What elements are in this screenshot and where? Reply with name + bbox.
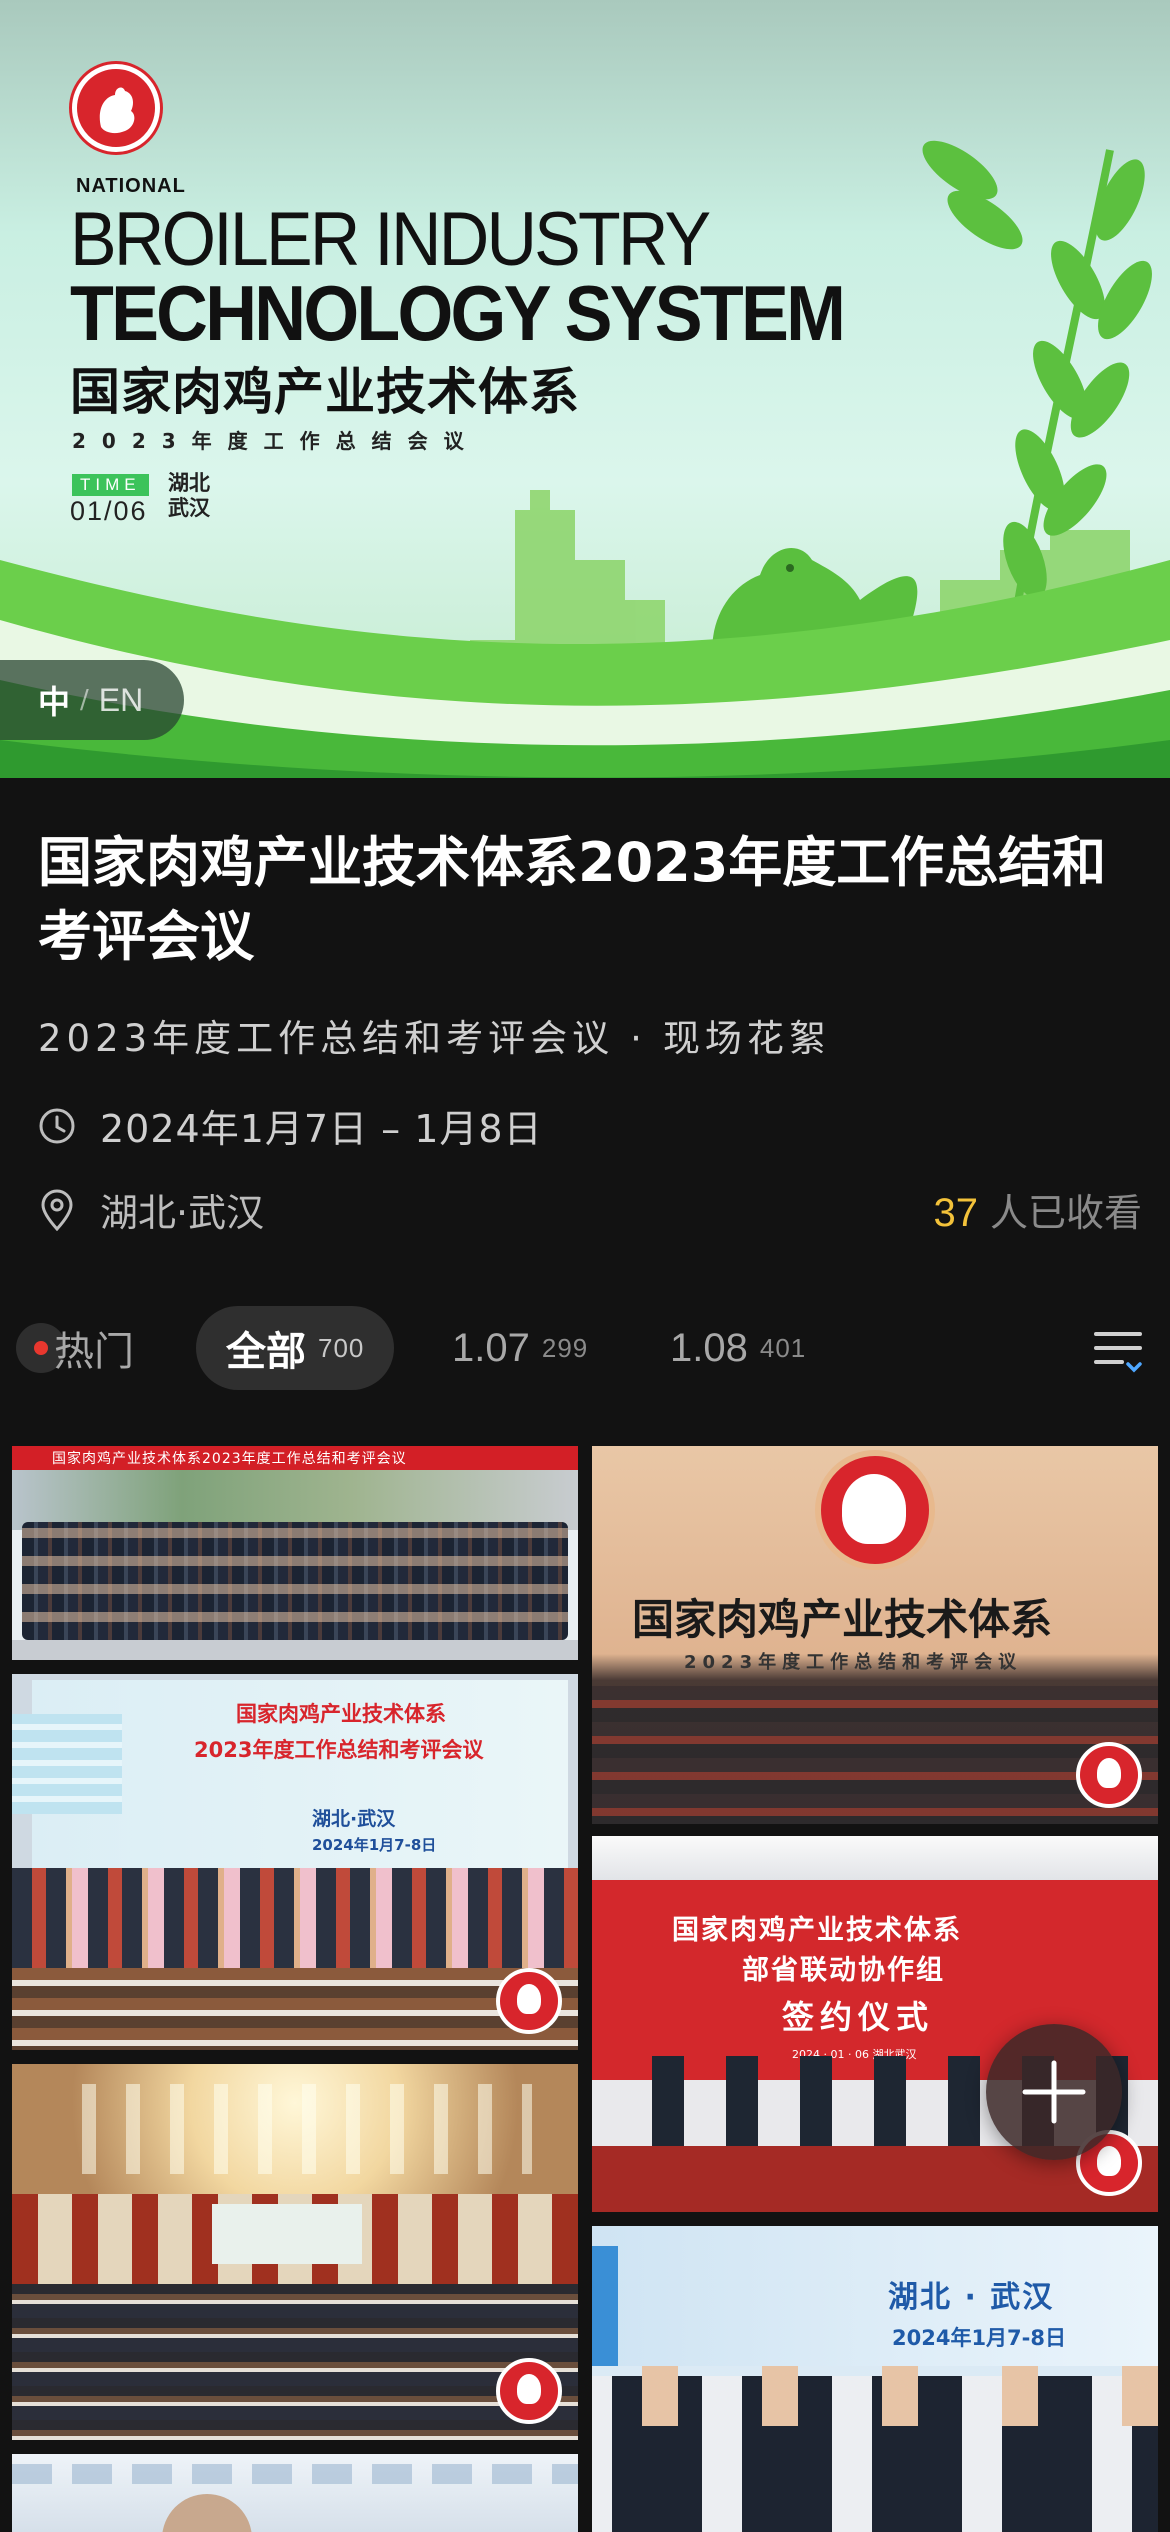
photo-sub: 2023年度工作总结和考评会议	[684, 1652, 1023, 1673]
rooster-logo-icon	[72, 64, 160, 152]
tab-all[interactable]: 全部 700	[196, 1306, 395, 1390]
tab-day-0107-label: 1.07	[452, 1325, 530, 1370]
rooster-logo-icon	[496, 1968, 562, 2034]
banner-city: 湖北 武汉	[168, 471, 210, 520]
photo-item[interactable]	[12, 2064, 578, 2440]
lang-en[interactable]: EN	[99, 682, 143, 719]
add-button[interactable]	[986, 2024, 1122, 2160]
favorites-label: 人已收看	[989, 1191, 1142, 1235]
photo-date: 2024年1月7-8日	[892, 2326, 1066, 2350]
photo-line1: 国家肉鸡产业技术体系	[672, 1915, 962, 1946]
photo-item[interactable]	[12, 2454, 578, 2532]
tab-all-count: 700	[318, 1332, 365, 1363]
event-subtitle-suffix: 现场花絮	[662, 1017, 831, 1060]
photo-title: 国家肉鸡产业技术体系	[632, 1595, 1053, 1644]
photo-line3: 签约仪式	[782, 1998, 935, 2036]
event-location: 湖北·武汉	[100, 1191, 265, 1235]
rooster-logo-icon	[1076, 1742, 1142, 1808]
location-pin-icon	[41, 1189, 73, 1231]
tab-day-0107-count: 299	[541, 1332, 589, 1363]
tab-hot-label: 热门	[54, 1329, 134, 1375]
banner-national: NATIONAL	[76, 175, 186, 197]
lang-zh[interactable]: 中	[38, 677, 70, 723]
photo-banner-text: 国家肉鸡产业技术体系2023年度工作总结和考评会议	[52, 1451, 407, 1467]
photo-place: 湖北 · 武汉	[888, 2280, 1055, 2315]
rooster-logo-icon	[496, 2358, 562, 2424]
filter-icon[interactable]	[1092, 1326, 1144, 1376]
photo-line1: 国家肉鸡产业技术体系	[236, 1702, 446, 1726]
subtitle-separator: ·	[630, 1017, 647, 1060]
photo-line2: 2023年度工作总结和考评会议	[194, 1738, 484, 1762]
lang-separator: /	[80, 685, 89, 715]
tab-all-label: 全部	[226, 1329, 306, 1375]
tab-day-0108-label: 1.08	[670, 1325, 748, 1370]
photo-place: 湖北·武汉	[312, 1808, 396, 1830]
banner-time-tag: TIME	[72, 474, 149, 496]
favorites-count: 37 人已收看	[933, 1182, 1142, 1237]
photo-date: 2024年1月7-8日	[312, 1836, 437, 1854]
event-title: 国家肉鸡产业技术体系2023年度工作总结和考评会议	[38, 831, 1107, 968]
plus-icon	[1022, 2060, 1086, 2124]
event-location-row[interactable]: 湖北·武汉	[38, 1182, 264, 1237]
event-subtitle-main: 2023年度工作总结和考评会议	[38, 1017, 615, 1060]
banner-cn-sub: 2023年度工作总结会议	[72, 429, 480, 453]
event-date: 2024年1月7日 – 1月8日	[100, 1107, 543, 1151]
clock-icon	[39, 1108, 75, 1143]
tab-day-0107[interactable]: 1.07 299	[452, 1306, 588, 1390]
photo-item[interactable]: 湖北 · 武汉 2024年1月7-8日	[592, 2226, 1158, 2532]
event-subtitle: 2023年度工作总结和考评会议 · 现场花絮	[38, 1008, 831, 1062]
photo-item[interactable]: 国家肉鸡产业技术体系 2023年度工作总结和考评会议 湖北·武汉 2024年1月…	[12, 1674, 578, 2050]
banner-line2: TECHNOLOGY SYSTEM	[70, 269, 846, 357]
banner-cn-title: 国家肉鸡产业技术体系	[70, 363, 580, 421]
photo-item[interactable]: 国家肉鸡产业技术体系 2023年度工作总结和考评会议	[592, 1446, 1158, 1824]
favorites-number: 37	[933, 1191, 978, 1235]
photo-line2: 部省联动协作组	[742, 1955, 945, 1986]
tab-day-0108-count: 401	[759, 1332, 807, 1363]
tab-hot[interactable]: 热门	[16, 1306, 134, 1390]
event-banner: NATIONAL BROILER INDUSTRY TECHNOLOGY SYS…	[0, 0, 1170, 778]
photo-filter-tabs: 热门 全部 700 1.07 299 1.08 401	[0, 1306, 1170, 1390]
tab-day-0108[interactable]: 1.08 401	[670, 1306, 806, 1390]
event-date-row: 2024年1月7日 – 1月8日	[38, 1098, 543, 1153]
banner-date: 01/06	[70, 496, 148, 526]
photo-item[interactable]: 国家肉鸡产业技术体系2023年度工作总结和考评会议	[12, 1446, 578, 1660]
language-toggle[interactable]: 中 / EN	[0, 660, 184, 740]
